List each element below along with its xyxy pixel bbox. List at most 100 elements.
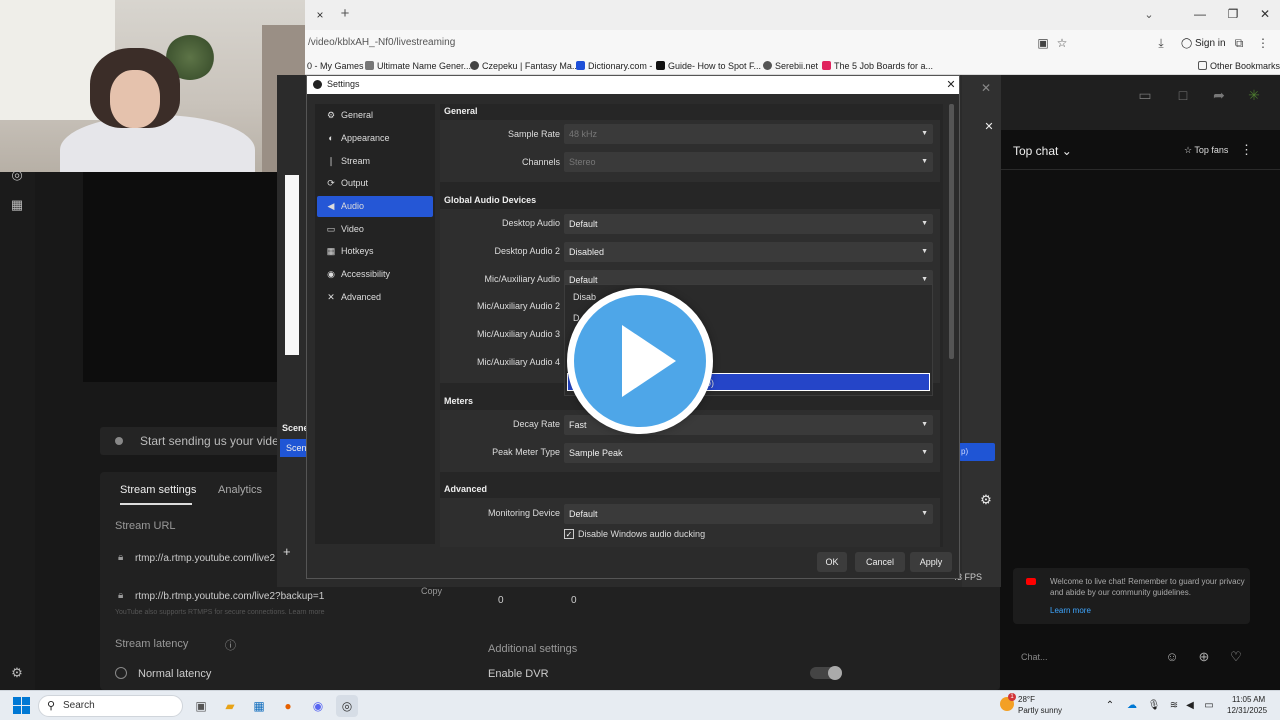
peak-meter-select[interactable]: Sample Peak ▼: [564, 443, 933, 463]
taskbar-search[interactable]: ⚲ Search: [38, 695, 183, 717]
nav-general[interactable]: ⚙ General: [317, 105, 433, 126]
sign-in-button[interactable]: ◯ Sign in: [1181, 35, 1226, 53]
menu-icon[interactable]: ⋮: [1255, 35, 1271, 51]
chevron-down-icon: ▼: [921, 248, 928, 255]
clock-time[interactable]: 11:05 AM: [1232, 695, 1265, 704]
store-icon[interactable]: ▦: [248, 695, 270, 717]
stream-url-primary[interactable]: rtmp://a.rtmp.youtube.com/live2: [135, 553, 275, 564]
other-bookmarks-label: Other Bookmarks: [1210, 61, 1280, 71]
camera-icon[interactable]: ◎: [8, 166, 26, 184]
bookmark-item[interactable]: Dictionary.com -: [576, 59, 652, 73]
file-explorer-icon[interactable]: ▰: [219, 695, 241, 717]
minimize-icon[interactable]: —: [1185, 4, 1215, 24]
star-icon[interactable]: ☆: [1054, 35, 1070, 51]
clock-date[interactable]: 12/31/2025: [1227, 706, 1267, 715]
channel-avatar-icon[interactable]: ✳: [1244, 85, 1264, 105]
play-button[interactable]: [567, 288, 713, 434]
microphone-icon[interactable]: 🎙︎: [1147, 699, 1161, 713]
bookmark-item[interactable]: Czepeku | Fantasy Ma...: [470, 59, 579, 73]
nav-advanced[interactable]: ✕ Advanced: [317, 287, 433, 308]
obs-icon[interactable]: ◎: [336, 695, 358, 717]
peak-meter-value: Sample Peak: [569, 448, 623, 458]
heart-icon[interactable]: ♡: [1228, 649, 1244, 665]
monitoring-select[interactable]: Default ▼: [564, 504, 933, 524]
section-advanced: Advanced: [444, 484, 488, 494]
latency-radio[interactable]: [115, 667, 127, 679]
chat-header: Top chat ⌄ ☆ Top fans ⋮: [1000, 130, 1280, 170]
battery-icon[interactable]: ▭: [1202, 699, 1216, 713]
nav-video[interactable]: ▭ Video: [317, 219, 433, 240]
layout-icon[interactable]: ▭: [1135, 85, 1155, 105]
bookmark-item[interactable]: Ultimate Name Gener...: [365, 59, 471, 73]
stream-url-backup[interactable]: rtmp://b.rtmp.youtube.com/live2?backup=1: [135, 591, 324, 602]
add-icon[interactable]: ⊕: [1196, 649, 1212, 665]
chat-input[interactable]: Chat...: [1013, 645, 1153, 669]
download-icon[interactable]: ⤓: [1153, 35, 1169, 51]
learn-more-link[interactable]: Learn more: [1050, 606, 1091, 615]
nav-output[interactable]: ⟳ Output: [317, 173, 433, 194]
palette-icon: ◐: [328, 133, 334, 143]
emoji-icon[interactable]: ☺: [1164, 649, 1180, 665]
more-options-icon[interactable]: ⋮: [1240, 142, 1253, 158]
discord-icon[interactable]: ◉: [307, 695, 329, 717]
gear-icon[interactable]: ⚙: [8, 664, 26, 682]
nav-stream[interactable]: ❘ Stream: [317, 151, 433, 172]
enable-dvr-toggle[interactable]: [810, 666, 842, 680]
top-fans-button[interactable]: ☆ Top fans: [1184, 145, 1228, 156]
cancel-button[interactable]: Cancel: [855, 552, 905, 572]
bookmark-item[interactable]: 0 - My Games: [307, 59, 364, 73]
settings-scrollbar[interactable]: [949, 104, 954, 359]
url-text[interactable]: /video/kblxAH_-Nf0/livestreaming: [308, 37, 455, 48]
tab-stream-settings[interactable]: Stream settings: [120, 484, 196, 496]
ducking-checkbox[interactable]: ✓: [564, 529, 574, 539]
mic-aux-label: Mic/Auxiliary Audio: [484, 274, 560, 284]
firefox-icon[interactable]: ●: [277, 695, 299, 717]
other-bookmarks[interactable]: Other Bookmarks: [1198, 59, 1280, 73]
close-icon[interactable]: ✕: [979, 81, 993, 95]
channels-select[interactable]: Stereo ▼: [564, 152, 933, 172]
chevron-down-icon[interactable]: ⌄: [1141, 7, 1157, 23]
tab-analytics[interactable]: Analytics: [218, 484, 262, 496]
tab-close-icon[interactable]: ×: [313, 8, 327, 22]
desktop-audio-select[interactable]: Default ▼: [564, 214, 933, 234]
share-icon[interactable]: ➦: [1209, 85, 1229, 105]
cloud-icon[interactable]: ☁: [1125, 699, 1139, 713]
wifi-icon[interactable]: ≋: [1167, 699, 1181, 713]
square-icon[interactable]: □: [1173, 85, 1193, 105]
add-scene-icon[interactable]: +: [283, 544, 291, 559]
nav-audio[interactable]: ◀ Audio: [317, 196, 433, 217]
obs-selected-source[interactable]: p): [959, 443, 995, 461]
install-app-icon[interactable]: ▣: [1035, 35, 1051, 51]
restore-icon[interactable]: ❐: [1218, 4, 1248, 24]
nav-appearance[interactable]: ◐ Appearance: [317, 128, 433, 149]
extensions-icon[interactable]: ⧉: [1231, 35, 1247, 51]
help-icon[interactable]: ⓘ: [225, 637, 236, 653]
apply-button[interactable]: Apply: [910, 552, 952, 572]
chevron-up-icon[interactable]: ⌃: [1103, 699, 1117, 713]
bookmark-item[interactable]: Guide- How to Spot F...: [656, 59, 761, 73]
section-meters: Meters: [444, 396, 474, 406]
accessibility-icon: ◉: [327, 269, 335, 279]
copy-button[interactable]: Copy: [421, 586, 442, 596]
gear-icon[interactable]: ⚙: [977, 491, 995, 509]
close-icon[interactable]: ✕: [1250, 4, 1280, 24]
bookmark-label: Dictionary.com -: [588, 61, 653, 71]
desktop-audio-2-select[interactable]: Disabled ▼: [564, 242, 933, 262]
volume-icon[interactable]: ◀: [1183, 699, 1197, 713]
ok-button[interactable]: OK: [817, 552, 847, 572]
chat-mode-dropdown[interactable]: Top chat ⌄: [1013, 144, 1072, 158]
new-tab-button[interactable]: +: [337, 6, 353, 22]
calendar-icon[interactable]: ▦: [8, 196, 26, 214]
windows-start-icon[interactable]: [13, 697, 31, 715]
dock-close-icon[interactable]: ✕: [982, 120, 996, 134]
bookmark-item[interactable]: The 5 Job Boards for a...: [822, 59, 933, 73]
bookmark-item[interactable]: Serebii.net: [763, 59, 818, 73]
close-icon[interactable]: ✕: [944, 78, 958, 92]
address-bar[interactable]: /video/kblxAH_-Nf0/livestreaming ▣ ☆ ⤓ ◯…: [305, 33, 1280, 55]
nav-hotkeys[interactable]: ▦ Hotkeys: [317, 241, 433, 262]
nav-accessibility[interactable]: ◉ Accessibility: [317, 264, 433, 285]
task-view-icon[interactable]: ▣: [190, 695, 212, 717]
nav-label: Advanced: [341, 292, 382, 302]
sample-rate-select[interactable]: 48 kHz ▼: [564, 124, 933, 144]
bookmark-favicon-icon: [822, 61, 831, 70]
